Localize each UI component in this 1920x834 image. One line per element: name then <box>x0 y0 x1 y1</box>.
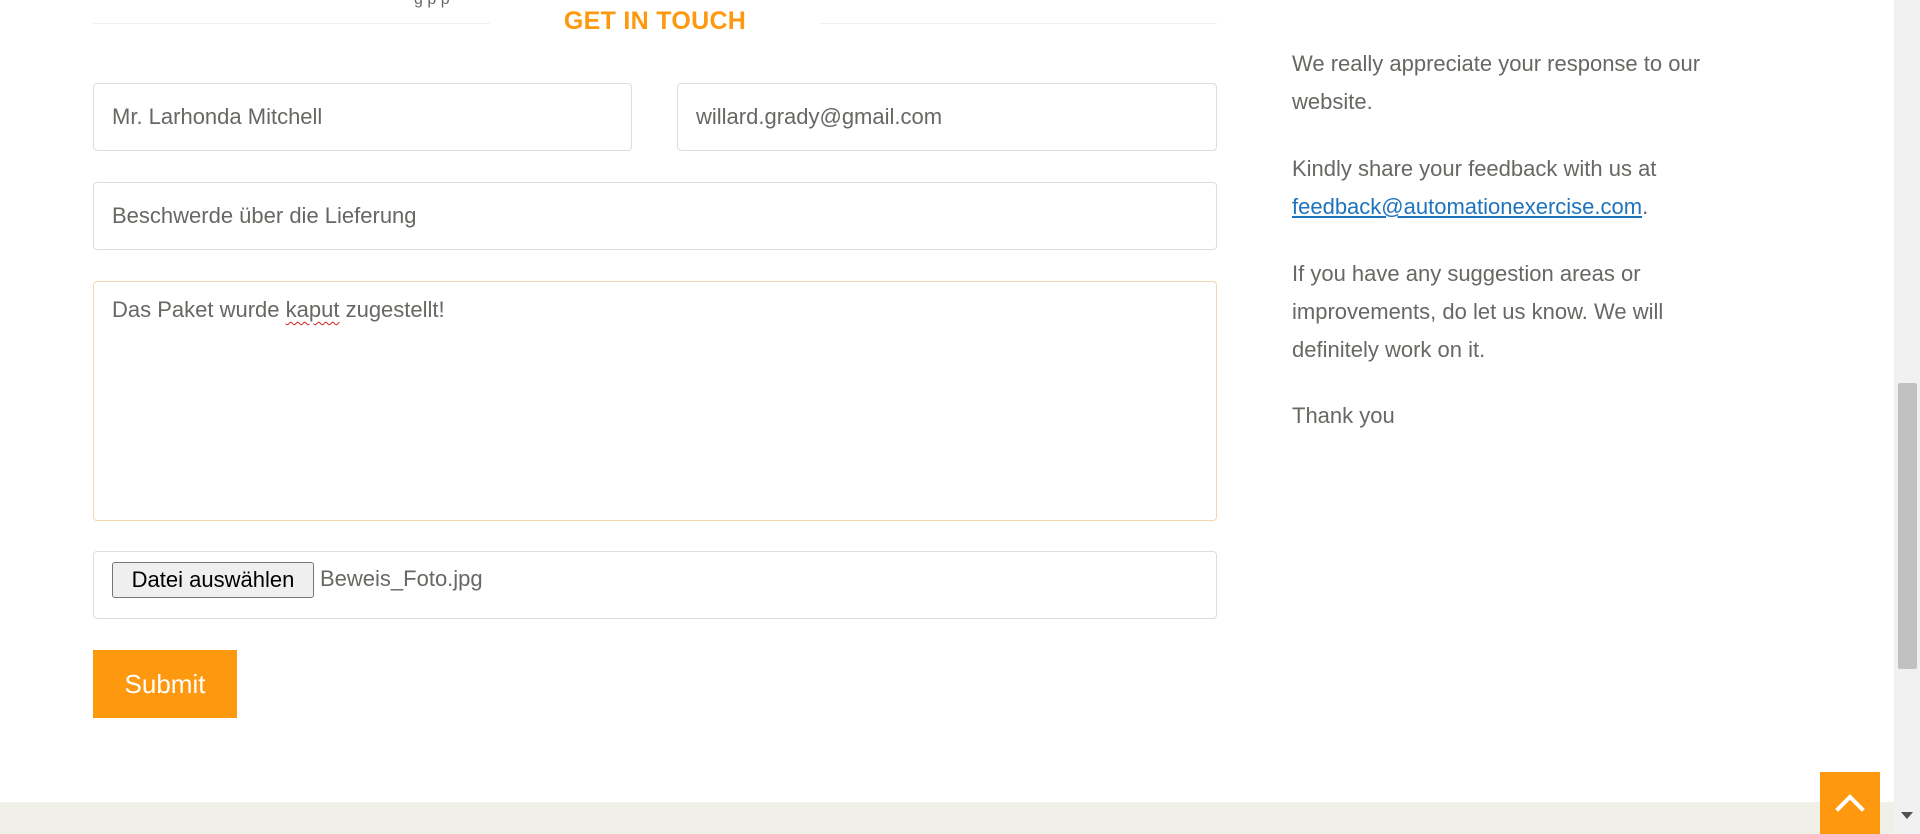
submit-button[interactable]: Submit <box>93 650 237 718</box>
scroll-up-button[interactable] <box>1820 772 1880 834</box>
feedback-suffix: . <box>1642 194 1649 219</box>
name-field[interactable] <box>93 83 632 151</box>
feedback-prefix: Kindly share your feedback with us at <box>1292 156 1657 181</box>
scroll-down-arrow-icon[interactable] <box>1901 812 1913 819</box>
email-field[interactable] <box>677 83 1217 151</box>
scrollbar-thumb[interactable] <box>1898 383 1917 669</box>
footer <box>0 802 1894 834</box>
feedback-paragraph-1: We really appreciate your response to ou… <box>1292 51 1701 114</box>
message-textarea[interactable]: Das Paket wurde kaput zugestellt! <box>93 281 1217 521</box>
contact-form-title: GET IN TOUCH <box>490 4 820 38</box>
file-upload-field: Datei auswählen Beweis_Foto.jpg <box>93 551 1217 619</box>
scrollbar[interactable] <box>1894 0 1920 834</box>
misspelled-word: kaput <box>285 297 340 322</box>
message-text-part: Das Paket wurde <box>112 297 286 322</box>
page: g p p GET IN TOUCH Das Paket wurde kaput… <box>0 0 1894 834</box>
feedback-paragraph-3: If you have any suggestion areas or impr… <box>1292 261 1664 362</box>
chevron-up-icon <box>1835 794 1865 812</box>
subject-field[interactable] <box>93 182 1217 250</box>
feedback-email-link[interactable]: feedback@automationexercise.com <box>1292 194 1642 219</box>
choose-file-button[interactable]: Datei auswählen <box>112 562 314 598</box>
selected-file-name: Beweis_Foto.jpg <box>320 566 483 591</box>
feedback-paragraph-2: Kindly share your feedback with us at fee… <box>1292 150 1752 226</box>
feedback-title: FEEDBACK FOR US <box>1291 0 1731 8</box>
feedback-paragraph-4: Thank you <box>1292 403 1395 428</box>
message-text-part: zugestellt! <box>339 297 445 322</box>
